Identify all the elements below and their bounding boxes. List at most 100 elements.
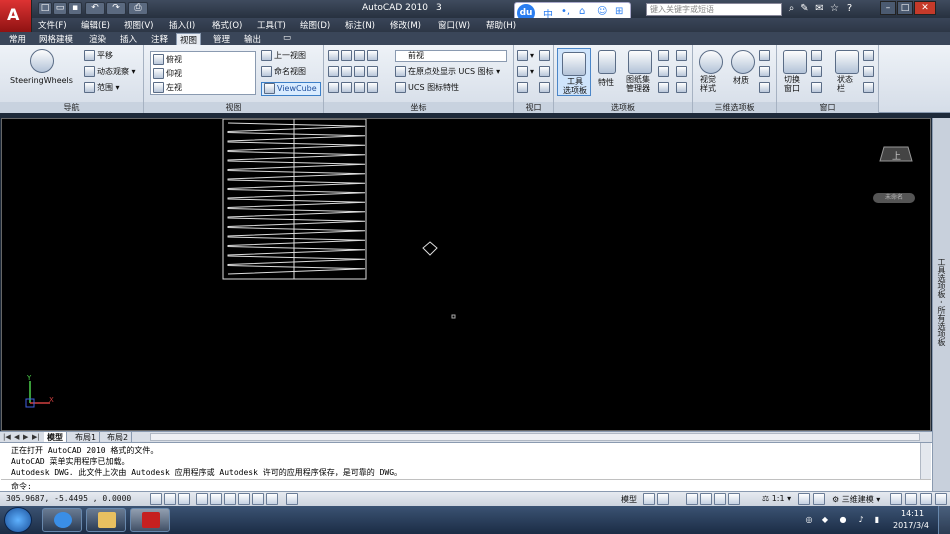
tab-manage[interactable]: 管理: [210, 33, 233, 45]
viewport-join-button[interactable]: [517, 82, 530, 93]
search-input[interactable]: 键入关键字或短语: [646, 3, 782, 16]
ucs-origin-display-button[interactable]: 在原点处显示 UCS 图标 ▾: [395, 66, 500, 77]
view-item-top[interactable]: 俯视: [153, 54, 182, 65]
volume-icon[interactable]: ♪: [856, 515, 866, 525]
tool-palettes-button[interactable]: 工具 选项板: [557, 48, 591, 96]
redo-icon[interactable]: ↷: [106, 2, 126, 15]
view-gallery-list[interactable]: 俯视 仰视 左视: [150, 51, 256, 95]
viewport-clip-button[interactable]: ▾: [517, 66, 534, 77]
restore-button[interactable]: □: [897, 1, 913, 15]
clock-time[interactable]: 14:11: [901, 509, 924, 518]
palette-extra-6[interactable]: [676, 82, 689, 93]
grid-display-icon[interactable]: [164, 493, 176, 505]
sheetset-manager-icon[interactable]: [628, 50, 652, 74]
auto-add-scale-icon[interactable]: [813, 493, 825, 505]
model-space-button[interactable]: 模型: [621, 494, 637, 505]
tab-view[interactable]: 视图: [176, 33, 202, 46]
quick-view-drawings-icon[interactable]: [657, 493, 669, 505]
steeringwheels-button[interactable]: SteeringWheels: [10, 76, 73, 85]
tools-icon[interactable]: ✎: [798, 2, 811, 15]
properties-icon[interactable]: [598, 50, 616, 74]
materials-button[interactable]: 材质: [733, 75, 749, 86]
menu-insert[interactable]: 插入(I): [169, 19, 195, 31]
communication-icon[interactable]: ✉: [813, 2, 826, 15]
start-button[interactable]: [4, 507, 32, 533]
menu-window[interactable]: 窗口(W): [438, 19, 470, 31]
menu-help[interactable]: 帮助(H): [486, 19, 516, 31]
menu-modify[interactable]: 修改(M): [390, 19, 421, 31]
ime-punct-toggle[interactable]: •,: [561, 6, 570, 17]
steeringwheel-status-icon[interactable]: [714, 493, 726, 505]
drawing-canvas[interactable]: X Y 上 未命名: [1, 118, 931, 431]
3d-object-snap-icon[interactable]: [224, 493, 236, 505]
visual-styles-button[interactable]: 视觉 样式: [700, 75, 716, 93]
window-extra-2[interactable]: [863, 66, 876, 77]
command-scrollbar[interactable]: [920, 443, 931, 479]
zoom-status-icon[interactable]: [700, 493, 712, 505]
properties-button[interactable]: 特性: [598, 77, 614, 88]
tray-shield-icon[interactable]: ◆: [820, 515, 830, 525]
menu-dimension[interactable]: 标注(N): [345, 19, 375, 31]
taskbar-autocad-button[interactable]: [130, 508, 170, 532]
tile-horizontal-button[interactable]: [811, 50, 824, 61]
menu-draw[interactable]: 绘图(D): [300, 19, 330, 31]
network-icon[interactable]: ▮: [872, 515, 882, 525]
steeringwheels-icon[interactable]: [30, 49, 54, 73]
minimize-button[interactable]: –: [880, 1, 896, 15]
taskbar-ie-button[interactable]: [42, 508, 82, 532]
named-ucs-dropdown[interactable]: 前视: [395, 50, 507, 62]
tray-ime-icon[interactable]: ●: [838, 515, 848, 525]
palette-extra-4[interactable]: [676, 50, 689, 61]
orbit-button[interactable]: 动态观察 ▾: [84, 66, 136, 77]
hardware-acceleration-icon[interactable]: [905, 493, 917, 505]
status-bar-button[interactable]: 状态 栏: [837, 75, 853, 93]
workspace-switch[interactable]: ⚙ 三维建模 ▾: [832, 494, 880, 505]
switch-windows-icon[interactable]: [783, 50, 807, 74]
clock-date[interactable]: 2017/3/4: [893, 521, 929, 530]
status-bar-icon[interactable]: [835, 50, 859, 74]
command-input[interactable]: 命令:: [1, 479, 931, 491]
quick-view-layouts-icon[interactable]: [643, 493, 655, 505]
lights-button[interactable]: [759, 50, 772, 61]
ucs-icon-properties-button[interactable]: UCS 图标特性: [395, 82, 459, 93]
palette-extra-3[interactable]: [658, 82, 671, 93]
extents-button[interactable]: 范围 ▾: [84, 82, 120, 93]
viewport-new-button[interactable]: [539, 50, 552, 61]
favorites-icon[interactable]: ☆: [828, 2, 841, 15]
help-icon[interactable]: ?: [843, 2, 856, 15]
previous-view-button[interactable]: 上一视图: [261, 50, 306, 61]
undo-icon[interactable]: ↶: [85, 2, 105, 15]
ucs-menu-label[interactable]: 未命名: [873, 193, 915, 203]
sun-button[interactable]: [759, 66, 772, 77]
object-snap-tracking-icon[interactable]: [238, 493, 250, 505]
dynamic-input-icon[interactable]: [266, 493, 278, 505]
snap-mode-icon[interactable]: [150, 493, 162, 505]
application-menu-button[interactable]: A: [0, 0, 32, 34]
pan-status-icon[interactable]: [686, 493, 698, 505]
palette-extra-1[interactable]: [658, 50, 671, 61]
palette-extra-5[interactable]: [676, 66, 689, 77]
viewcube-toggle-button[interactable]: ViewCube: [261, 82, 321, 96]
viewcube[interactable]: 上: [878, 143, 914, 169]
showmotion-icon[interactable]: [728, 493, 740, 505]
viewport-restore-button[interactable]: [539, 82, 552, 93]
viewport-config-button[interactable]: ▾: [517, 50, 534, 61]
ribbon-minimize-icon[interactable]: ▭: [280, 33, 294, 43]
last-layout-icon[interactable]: ▶|: [32, 433, 40, 441]
ucs-button-3[interactable]: [328, 82, 380, 93]
advanced-render-button[interactable]: [759, 82, 772, 93]
lineweight-icon[interactable]: [286, 493, 298, 505]
horizontal-scrollbar[interactable]: [150, 433, 920, 441]
ucs-button-1[interactable]: [328, 50, 380, 61]
sheetset-manager-button[interactable]: 图纸集 管理器: [626, 75, 650, 93]
isolate-objects-icon[interactable]: [920, 493, 932, 505]
print-icon[interactable]: ⎙: [128, 2, 148, 15]
tab-mesh-modeling[interactable]: 网格建模: [36, 33, 76, 45]
annotation-scale[interactable]: ⚖ 1:1 ▾: [762, 494, 791, 503]
window-extra-1[interactable]: [863, 50, 876, 61]
window-extra-3[interactable]: [863, 82, 876, 93]
new-file-icon[interactable]: □: [38, 2, 52, 15]
tab-output[interactable]: 输出: [241, 33, 264, 45]
menu-edit[interactable]: 编辑(E): [81, 19, 110, 31]
open-file-icon[interactable]: ▭: [53, 2, 67, 15]
